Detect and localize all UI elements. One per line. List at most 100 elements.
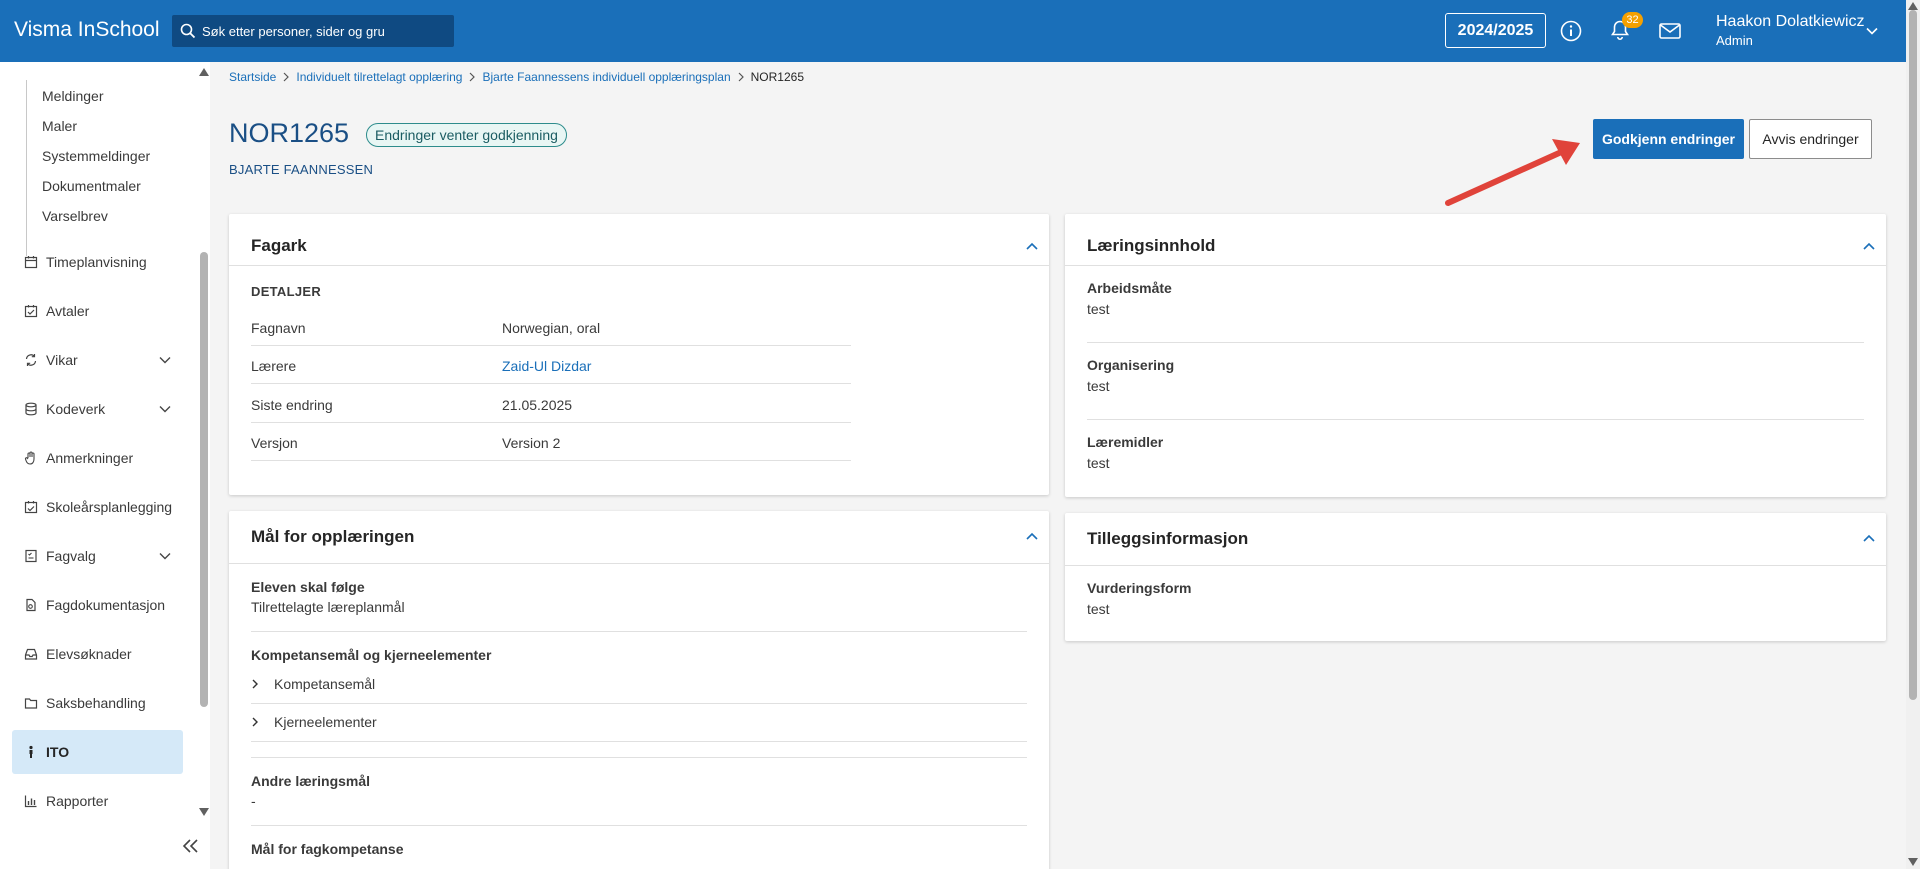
sidebar-subitem-dokumentmaler[interactable]: Dokumentmaler xyxy=(42,178,141,194)
user-name[interactable]: Haakon Dolatkiewicz xyxy=(1716,13,1865,31)
page-scrollbar[interactable] xyxy=(1906,0,1920,869)
sidebar-item-ito[interactable]: ITO xyxy=(12,730,183,774)
card-title: Læringsinnhold xyxy=(1087,236,1216,255)
sidebar-item-kodeverk[interactable]: Kodeverk xyxy=(12,387,183,431)
sidebar-item-label: Rapporter xyxy=(46,793,109,809)
user-role: Admin xyxy=(1716,33,1753,48)
sidebar-item-elevsoknader[interactable]: Elevsøknader xyxy=(12,632,183,676)
collapse-sidebar-icon[interactable] xyxy=(182,838,200,854)
chevron-down-icon[interactable] xyxy=(1865,24,1879,38)
field-value: test xyxy=(1087,601,1110,617)
chevron-down-icon[interactable] xyxy=(158,402,172,416)
sidebar-item-label: Elevsøknader xyxy=(46,646,132,662)
sidebar-item-label: Fagdokumentasjon xyxy=(46,597,166,613)
top-bar: Visma InSchool 2024/2025 32 Haakon Dolat… xyxy=(0,0,1920,62)
app-brand[interactable]: Visma InSchool xyxy=(14,18,160,42)
field-label: Organisering xyxy=(1087,357,1175,373)
chevron-right-icon[interactable] xyxy=(249,678,261,690)
field-value: 21.05.2025 xyxy=(502,397,573,413)
field-value: - xyxy=(251,793,256,809)
school-year-button[interactable]: 2024/2025 xyxy=(1445,13,1546,48)
row-divider xyxy=(251,460,851,461)
card-divider xyxy=(229,563,1049,564)
card-title: Mål for opplæringen xyxy=(251,527,415,546)
scroll-down-icon[interactable] xyxy=(1908,858,1918,866)
sidebar-item-label: Kodeverk xyxy=(46,401,106,417)
card-divider xyxy=(1065,565,1886,566)
sidebar-subitem-varselbrev[interactable]: Varselbrev xyxy=(42,208,108,224)
page-scrollbar-thumb[interactable] xyxy=(1909,10,1917,700)
fagark-card: Fagark DETALJER Fagnavn Norwegian, oral … xyxy=(229,214,1049,495)
section-heading: DETALJER xyxy=(251,284,322,299)
row-divider xyxy=(1087,342,1864,343)
sidebar-item-vikar[interactable]: Vikar xyxy=(12,338,183,382)
chevron-up-icon[interactable] xyxy=(1024,238,1040,254)
document-icon xyxy=(26,598,36,612)
sidebar-item-timeplanvisning[interactable]: Timeplanvisning xyxy=(12,240,183,284)
row-divider xyxy=(251,631,1027,632)
sidebar-scroll-up-icon[interactable] xyxy=(199,68,209,76)
field-value: Version 2 xyxy=(502,435,561,451)
scroll-up-icon[interactable] xyxy=(1908,2,1918,10)
calendar-plan-icon xyxy=(24,501,38,514)
mail-icon[interactable] xyxy=(1658,21,1682,41)
swap-icon xyxy=(25,354,37,366)
chevron-right-icon xyxy=(738,72,744,82)
sidebar-subitem-maler[interactable]: Maler xyxy=(42,118,77,134)
sidebar-subitem-systemmeldinger[interactable]: Systemmeldinger xyxy=(42,148,150,164)
chevron-right-icon[interactable] xyxy=(249,716,261,728)
field-label: Vurderingsform xyxy=(1087,580,1192,596)
chevron-down-icon[interactable] xyxy=(158,549,172,563)
sidebar-item-avtaler[interactable]: Avtaler xyxy=(12,289,183,333)
field-label: Mål for fagkompetanse xyxy=(251,841,404,857)
sidebar-item-skolearsplanlegging[interactable]: Skoleårsplanlegging xyxy=(12,485,183,529)
sidebar-item-label: Saksbehandling xyxy=(46,695,146,711)
search-input[interactable] xyxy=(202,15,447,47)
reject-changes-button[interactable]: Avvis endringer xyxy=(1749,119,1872,159)
chevron-up-icon[interactable] xyxy=(1861,238,1877,254)
card-divider xyxy=(229,265,1049,266)
teacher-link[interactable]: Zaid-Ul Dizdar xyxy=(502,358,591,374)
row-divider xyxy=(251,703,1027,704)
chevron-up-icon[interactable] xyxy=(1024,528,1040,544)
submenu-guide-line xyxy=(26,80,27,256)
field-value: test xyxy=(1087,301,1110,317)
notification-badge: 32 xyxy=(1622,12,1643,28)
breadcrumb-link-ito[interactable]: Individuelt tilrettelagt opplæring xyxy=(296,70,462,84)
sidebar-scrollbar[interactable] xyxy=(200,252,208,707)
sidebar-item-saksbehandling[interactable]: Saksbehandling xyxy=(12,681,183,725)
sidebar-subitem-meldinger[interactable]: Meldinger xyxy=(42,88,103,104)
field-label: Læremidler xyxy=(1087,434,1164,450)
annotation-arrow xyxy=(1445,139,1580,206)
field-label: Andre læringsmål xyxy=(251,773,371,789)
sidebar-item-fagvalg[interactable]: Fagvalg xyxy=(12,534,183,578)
calendar-check-icon xyxy=(24,305,38,318)
breadcrumb-link-plan[interactable]: Bjarte Faannessens individuell opplæring… xyxy=(482,70,730,84)
field-label: Arbeidsmåte xyxy=(1087,280,1172,296)
breadcrumb-link-startside[interactable]: Startside xyxy=(229,70,276,84)
row-divider xyxy=(251,825,1027,826)
chevron-up-icon[interactable] xyxy=(1861,530,1877,546)
bar-chart-icon xyxy=(24,795,37,808)
sidebar-item-rapporter[interactable]: Rapporter xyxy=(12,779,183,823)
expand-item-kjerneelementer[interactable]: Kjerneelementer xyxy=(274,714,377,730)
sidebar-scroll-down-icon[interactable] xyxy=(199,808,209,816)
chevron-down-icon[interactable] xyxy=(158,353,172,367)
sidebar-item-fagdokumentasjon[interactable]: Fagdokumentasjon xyxy=(12,583,183,627)
sidebar-item-anmerkninger[interactable]: Anmerkninger xyxy=(12,436,183,480)
field-value: Tilrettelagte læreplanmål xyxy=(251,599,405,615)
field-label: Versjon xyxy=(251,435,298,451)
sidebar-item-label: ITO xyxy=(46,744,70,760)
search-box[interactable] xyxy=(172,15,454,47)
row-divider xyxy=(251,422,851,423)
sidebar-item-label: Skoleårsplanlegging xyxy=(46,499,173,515)
page-title: NOR1265 xyxy=(229,118,350,148)
info-icon[interactable] xyxy=(1560,20,1582,42)
status-badge: Endringer venter godkjenning xyxy=(366,123,567,147)
calendar-icon xyxy=(24,256,38,269)
expand-item-kompetansemal[interactable]: Kompetansemål xyxy=(274,676,375,692)
field-label: Fagnavn xyxy=(251,320,306,336)
field-value: test xyxy=(1087,378,1110,394)
breadcrumb-current: NOR1265 xyxy=(750,70,804,84)
approve-changes-button[interactable]: Godkjenn endringer xyxy=(1593,119,1744,159)
